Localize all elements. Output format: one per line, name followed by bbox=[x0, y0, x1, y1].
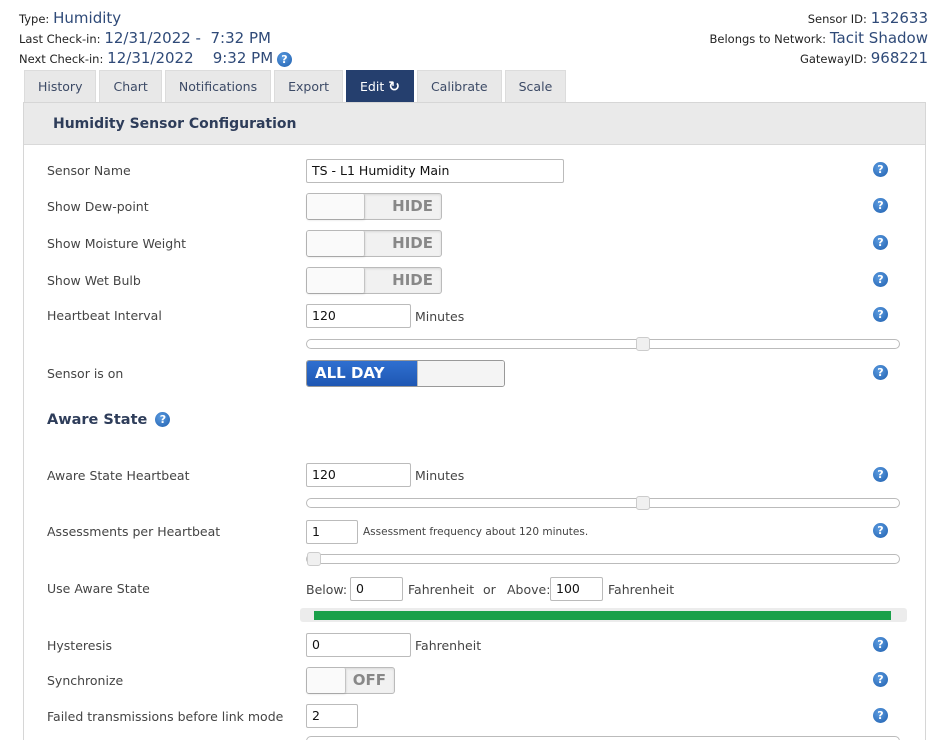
show-moisture-help-icon[interactable]: ? bbox=[873, 235, 888, 250]
toggle-state: ALL DAY bbox=[315, 364, 385, 382]
synchronize-label: Synchronize bbox=[47, 673, 124, 688]
heartbeat-label: Heartbeat Interval bbox=[47, 308, 162, 323]
last-checkin-label: Last Check-in: bbox=[19, 32, 101, 46]
hysteresis-help-icon[interactable]: ? bbox=[873, 637, 888, 652]
toggle-state: OFF bbox=[352, 671, 386, 689]
heartbeat-slider-handle[interactable] bbox=[636, 337, 650, 351]
synchronize-help-icon[interactable]: ? bbox=[873, 672, 888, 687]
aware-heartbeat-help-icon[interactable]: ? bbox=[873, 467, 888, 482]
aware-heartbeat-unit: Minutes bbox=[415, 468, 465, 483]
aware-heartbeat-label: Aware State Heartbeat bbox=[47, 468, 190, 483]
tab-edit[interactable]: Edit ↻ bbox=[346, 70, 414, 102]
hysteresis-label: Hysteresis bbox=[47, 638, 112, 653]
below-label: Below: bbox=[306, 582, 348, 597]
sensor-id-label: Sensor ID: bbox=[807, 12, 867, 26]
assessments-note: Assessment frequency about 120 minutes. bbox=[363, 526, 589, 538]
heartbeat-slider[interactable] bbox=[306, 337, 900, 351]
toggle-knob bbox=[307, 231, 365, 256]
or-text: or bbox=[483, 582, 496, 597]
gateway-label: GatewayID: bbox=[799, 52, 867, 66]
tab-notifications[interactable]: Notifications bbox=[164, 70, 272, 102]
tab-scale[interactable]: Scale bbox=[504, 70, 567, 102]
aware-state-title: Aware State bbox=[47, 412, 148, 428]
show-dewpoint-toggle[interactable]: HIDE bbox=[306, 193, 442, 220]
tab-export[interactable]: Export bbox=[274, 70, 344, 102]
toggle-knob bbox=[417, 361, 504, 386]
assessments-label: Assessments per Heartbeat bbox=[47, 524, 221, 539]
synchronize-toggle[interactable]: OFF bbox=[306, 667, 395, 694]
show-wetbulb-help-icon[interactable]: ? bbox=[873, 272, 888, 287]
sensor-on-label: Sensor is on bbox=[47, 366, 124, 381]
network-label: Belongs to Network: bbox=[709, 32, 827, 46]
below-input[interactable]: 0 bbox=[350, 577, 403, 601]
tab-edit-label: Edit bbox=[360, 79, 385, 94]
assessments-help-icon[interactable]: ? bbox=[873, 523, 888, 538]
next-checkin-help-icon[interactable]: ? bbox=[276, 52, 292, 67]
toggle-knob bbox=[307, 268, 365, 293]
sensor-id-value: 132633 bbox=[870, 9, 928, 27]
gateway-value: 968221 bbox=[870, 49, 928, 67]
use-aware-label: Use Aware State bbox=[47, 581, 150, 596]
above-unit: Fahrenheit bbox=[608, 582, 675, 597]
tab-history[interactable]: History bbox=[24, 70, 97, 102]
heartbeat-help-icon[interactable]: ? bbox=[873, 307, 888, 322]
show-wetbulb-label: Show Wet Bulb bbox=[47, 273, 141, 288]
show-dewpoint-help-icon[interactable]: ? bbox=[873, 198, 888, 213]
next-checkin-value: 12/31/2022 9:32 PM bbox=[107, 49, 274, 67]
toggle-state: HIDE bbox=[392, 271, 433, 289]
failed-tx-label: Failed transmissions before link mode bbox=[47, 709, 284, 724]
tab-calibrate[interactable]: Calibrate bbox=[416, 70, 502, 102]
hysteresis-unit: Fahrenheit bbox=[415, 638, 482, 653]
show-moisture-toggle[interactable]: HIDE bbox=[306, 230, 442, 257]
sensor-on-help-icon[interactable]: ? bbox=[873, 365, 888, 380]
type-value: Humidity bbox=[53, 9, 122, 27]
heartbeat-unit: Minutes bbox=[415, 309, 465, 324]
tab-chart[interactable]: Chart bbox=[99, 70, 162, 102]
sensor-name-input[interactable]: TS - L1 Humidity Main bbox=[306, 159, 564, 183]
aware-heartbeat-slider[interactable] bbox=[306, 496, 900, 510]
above-label: Above: bbox=[507, 582, 551, 597]
toggle-knob bbox=[307, 194, 365, 219]
toggle-knob bbox=[307, 668, 346, 693]
failed-tx-slider[interactable] bbox=[306, 736, 900, 740]
assessments-slider-handle[interactable] bbox=[307, 552, 321, 566]
sensor-on-toggle[interactable]: ALL DAY bbox=[306, 360, 505, 387]
sensor-header-left: Type: Humidity Last Check-in: 12/31/2022… bbox=[19, 8, 292, 68]
sensor-tabs: History Chart Notifications Export Edit … bbox=[24, 70, 569, 102]
sensor-name-label: Sensor Name bbox=[47, 163, 131, 178]
refresh-icon: ↻ bbox=[388, 79, 400, 95]
assessments-slider[interactable] bbox=[306, 552, 900, 566]
network-value[interactable]: Tacit Shadow bbox=[830, 29, 928, 47]
last-checkin-value: 12/31/2022 - 7:32 PM bbox=[104, 29, 271, 47]
sensor-header-right: Sensor ID: 132633 Belongs to Network: Ta… bbox=[710, 8, 928, 68]
aware-state-help-icon[interactable]: ? bbox=[155, 412, 171, 427]
aware-heartbeat-slider-handle[interactable] bbox=[636, 496, 650, 510]
below-unit: Fahrenheit bbox=[408, 582, 475, 597]
next-checkin-label: Next Check-in: bbox=[19, 52, 104, 66]
aware-range-slider[interactable] bbox=[300, 608, 907, 622]
failed-tx-help-icon[interactable]: ? bbox=[873, 708, 888, 723]
aware-heartbeat-input[interactable]: 120 bbox=[306, 463, 411, 487]
show-moisture-label: Show Moisture Weight bbox=[47, 236, 187, 251]
range-fill bbox=[314, 611, 891, 620]
failed-tx-input[interactable]: 2 bbox=[306, 704, 358, 728]
type-label: Type: bbox=[19, 12, 50, 26]
show-wetbulb-toggle[interactable]: HIDE bbox=[306, 267, 442, 294]
panel-title: Humidity Sensor Configuration bbox=[24, 103, 925, 145]
assessments-input[interactable]: 1 bbox=[306, 520, 358, 544]
aware-state-heading: Aware State ? bbox=[47, 412, 171, 428]
show-dewpoint-label: Show Dew-point bbox=[47, 199, 149, 214]
toggle-state: HIDE bbox=[392, 234, 433, 252]
heartbeat-input[interactable]: 120 bbox=[306, 304, 411, 328]
toggle-state: HIDE bbox=[392, 197, 433, 215]
hysteresis-input[interactable]: 0 bbox=[306, 633, 411, 657]
sensor-name-help-icon[interactable]: ? bbox=[873, 162, 888, 177]
above-input[interactable]: 100 bbox=[550, 577, 603, 601]
